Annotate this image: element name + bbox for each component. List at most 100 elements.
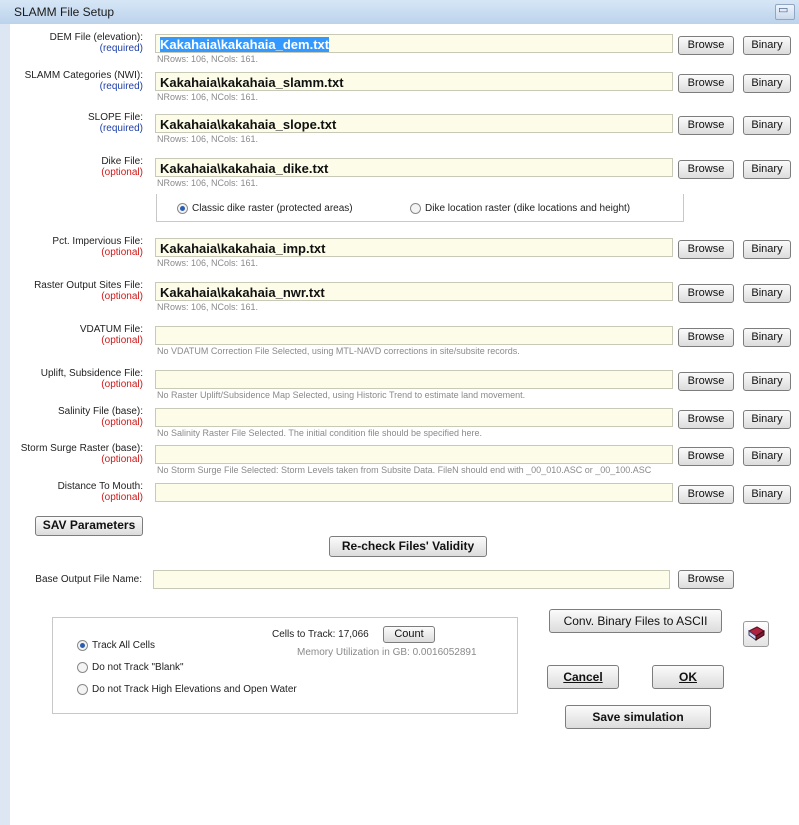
impervious-file-value: Kakahaia\kakahaia_imp.txt [160,241,326,256]
slope-info-text: NRows: 106, NCols: 161. [157,134,259,144]
restore-window-button[interactable]: ▭ [775,4,795,20]
slamm-categories-file-input[interactable]: Kakahaia\kakahaia_slamm.txt [155,72,673,91]
vdatum-label: VDATUM File: [79,324,143,335]
distance-to-mouth-status-label: (optional) [101,492,143,503]
raster-output-sites-browse-button[interactable]: Browse [678,284,734,303]
dike-location-label: Dike location raster (dike locations and… [425,203,631,214]
slope-status-label: (required) [99,123,143,134]
save-simulation-button[interactable]: Save simulation [565,705,711,729]
base-output-browse-button[interactable]: Browse [678,570,734,589]
impervious-browse-button[interactable]: Browse [678,240,734,259]
vdatum-binary-button[interactable]: Binary [743,328,791,347]
cells-to-track-label: Cells to Track: 17,066 [272,629,369,640]
uplift-subsidence-binary-button[interactable]: Binary [743,372,791,391]
slamm-categories-status-label: (required) [99,81,143,92]
vdatum-file-input[interactable] [155,326,673,345]
classic-dike-radio[interactable] [177,203,188,214]
count-button[interactable]: Count [383,626,435,643]
classic-dike-label: Classic dike raster (protected areas) [192,203,353,214]
track-not-blank-label: Do not Track "Blank" [92,662,184,673]
dike-file-input[interactable]: Kakahaia\kakahaia_dike.txt [155,158,673,177]
salinity-browse-button[interactable]: Browse [678,410,734,429]
dem-file-input[interactable]: Kakahaia\kakahaia_dem.txt [155,34,673,53]
title-bar: SLAMM File Setup ▭ [0,0,799,25]
distance-to-mouth-label: Distance To Mouth: [57,481,143,492]
convert-binary-to-ascii-button[interactable]: Conv. Binary Files to ASCII [549,609,722,633]
track-all-cells-radio[interactable] [77,640,88,651]
recheck-files-button[interactable]: Re-check Files' Validity [329,536,487,557]
uplift-subsidence-file-input[interactable] [155,370,673,389]
storm-surge-label: Storm Surge Raster (base): [20,443,143,454]
impervious-info-text: NRows: 106, NCols: 161. [157,258,259,268]
slamm-categories-file-value: Kakahaia\kakahaia_slamm.txt [160,75,344,90]
slamm-categories-binary-button[interactable]: Binary [743,74,791,93]
slope-file-input[interactable]: Kakahaia\kakahaia_slope.txt [155,114,673,133]
book-icon[interactable] [743,621,769,647]
storm-surge-info-text: No Storm Surge File Selected: Storm Leve… [157,465,652,475]
slamm-file-setup-window: SLAMM File Setup ▭ Classic dike raster (… [0,0,799,825]
slope-browse-button[interactable]: Browse [678,116,734,135]
cancel-button[interactable]: Cancel [547,665,619,689]
impervious-file-input[interactable]: Kakahaia\kakahaia_imp.txt [155,238,673,257]
ok-label: OK [679,670,697,684]
salinity-info-text: No Salinity Raster File Selected. The in… [157,428,483,438]
track-not-high-elev-label: Do not Track High Elevations and Open Wa… [92,684,297,695]
dike-status-label: (optional) [101,167,143,178]
dike-info-text: NRows: 106, NCols: 161. [157,178,259,188]
base-output-input[interactable] [153,570,670,589]
vdatum-status-label: (optional) [101,335,143,346]
raster-output-sites-status-label: (optional) [101,291,143,302]
dike-file-value: Kakahaia\kakahaia_dike.txt [160,161,329,176]
track-not-high-elev-radio[interactable] [77,684,88,695]
storm-surge-file-input[interactable] [155,445,673,464]
dike-binary-button[interactable]: Binary [743,160,791,179]
dialog-client-area: Classic dike raster (protected areas) Di… [10,24,799,825]
ok-button[interactable]: OK [652,665,724,689]
sav-parameters-button[interactable]: SAV Parameters [35,516,143,536]
dem-status-label: (required) [99,43,143,54]
memory-utilization-label: Memory Utilization in GB: 0.0016052891 [297,647,477,658]
uplift-subsidence-label: Uplift, Subsidence File: [40,368,143,379]
dike-label: Dike File: [101,156,143,167]
distance-to-mouth-binary-button[interactable]: Binary [743,485,791,504]
storm-surge-binary-button[interactable]: Binary [743,447,791,466]
distance-to-mouth-file-input[interactable] [155,483,673,502]
restore-icon: ▭ [778,4,789,16]
salinity-label: Salinity File (base): [57,406,143,417]
raster-output-sites-label: Raster Output Sites File: [34,280,143,291]
dem-binary-button[interactable]: Binary [743,36,791,55]
storm-surge-status-label: (optional) [101,454,143,465]
impervious-binary-button[interactable]: Binary [743,240,791,259]
window-title: SLAMM File Setup [14,5,115,19]
vdatum-info-text: No VDATUM Correction File Selected, usin… [157,346,520,356]
track-all-cells-label: Track All Cells [92,640,155,651]
cancel-label: Cancel [563,670,603,684]
dem-info-text: NRows: 106, NCols: 161. [157,54,259,64]
raster-output-sites-file-input[interactable]: Kakahaia\kakahaia_nwr.txt [155,282,673,301]
slamm-categories-browse-button[interactable]: Browse [678,74,734,93]
dem-browse-button[interactable]: Browse [678,36,734,55]
storm-surge-browse-button[interactable]: Browse [678,447,734,466]
salinity-binary-button[interactable]: Binary [743,410,791,429]
dem-label: DEM File (elevation): [49,32,143,43]
base-output-label: Base Output File Name: [35,574,142,585]
impervious-label: Pct. Impervious File: [52,236,143,247]
dike-location-radio[interactable] [410,203,421,214]
uplift-subsidence-status-label: (optional) [101,379,143,390]
dem-file-value: Kakahaia\kakahaia_dem.txt [160,37,330,52]
raster-output-sites-binary-button[interactable]: Binary [743,284,791,303]
dike-browse-button[interactable]: Browse [678,160,734,179]
salinity-file-input[interactable] [155,408,673,427]
salinity-status-label: (optional) [101,417,143,428]
vdatum-browse-button[interactable]: Browse [678,328,734,347]
slamm-categories-info-text: NRows: 106, NCols: 161. [157,92,259,102]
track-not-blank-radio[interactable] [77,662,88,673]
raster-output-sites-file-value: Kakahaia\kakahaia_nwr.txt [160,285,325,300]
slope-file-value: Kakahaia\kakahaia_slope.txt [160,117,337,132]
slope-binary-button[interactable]: Binary [743,116,791,135]
uplift-subsidence-info-text: No Raster Uplift/Subsidence Map Selected… [157,390,526,400]
raster-output-sites-info-text: NRows: 106, NCols: 161. [157,302,259,312]
distance-to-mouth-browse-button[interactable]: Browse [678,485,734,504]
uplift-subsidence-browse-button[interactable]: Browse [678,372,734,391]
slamm-categories-label: SLAMM Categories (NWI): [24,70,143,81]
